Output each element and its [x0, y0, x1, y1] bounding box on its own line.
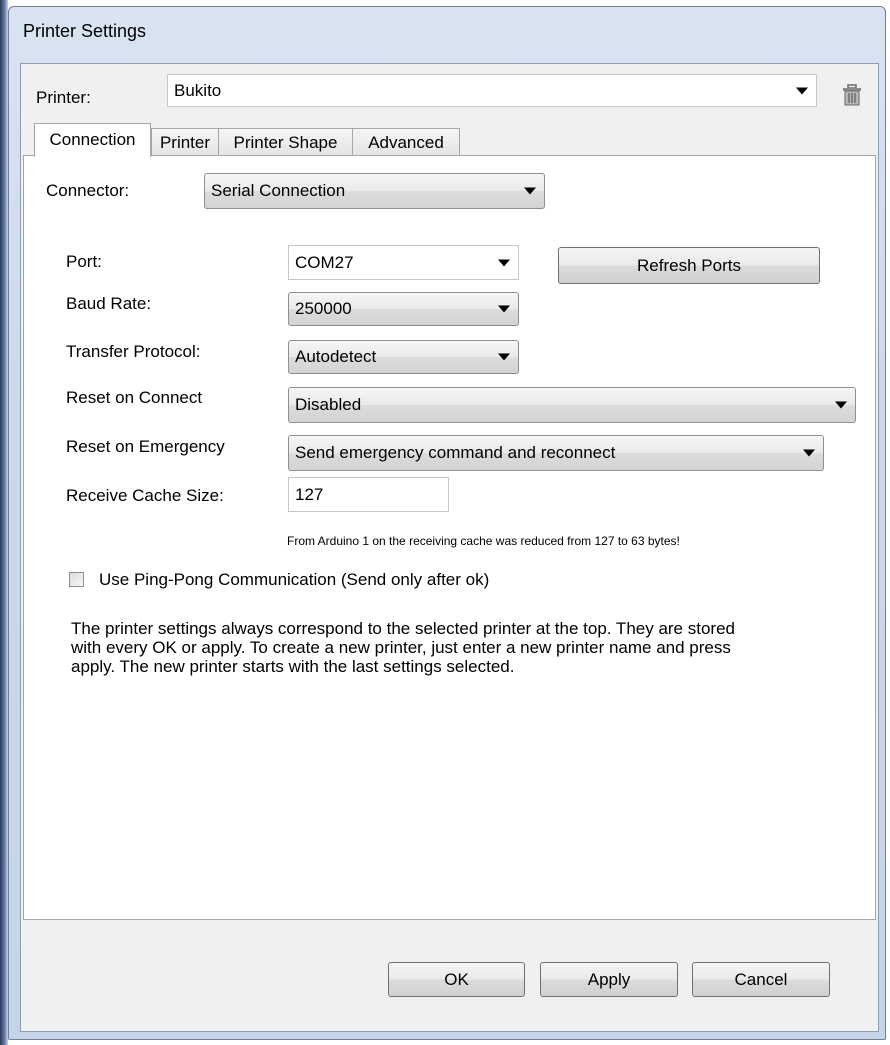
dialog-client-area: Printer: Bukito Connection Printer Print…	[20, 63, 879, 1032]
refresh-ports-label: Refresh Ports	[637, 255, 741, 275]
dialog-title: Printer Settings	[23, 21, 147, 41]
port-select[interactable]: COM27	[288, 245, 519, 280]
tab-advanced-label: Advanced	[368, 133, 444, 152]
reset-on-emergency-select-value: Send emergency command and reconnect	[295, 443, 616, 462]
ping-pong-label: Use Ping-Pong Communication (Send only a…	[99, 570, 490, 589]
apply-button-label: Apply	[587, 969, 631, 989]
baud-rate-select-value: 250000	[295, 299, 352, 318]
chevron-down-icon	[498, 259, 510, 266]
chevron-down-icon	[835, 401, 847, 409]
tab-printer-shape-label: Printer Shape	[233, 133, 338, 152]
tab-printer[interactable]: Printer	[151, 128, 219, 156]
port-select-value: COM27	[295, 252, 354, 272]
reset-on-emergency-select[interactable]: Send emergency command and reconnect	[288, 435, 824, 471]
chevron-down-icon	[498, 353, 510, 361]
cancel-button-label: Cancel	[734, 969, 788, 989]
reset-on-connect-select-value: Disabled	[295, 395, 362, 414]
refresh-ports-button[interactable]: Refresh Ports	[558, 247, 820, 284]
tab-advanced[interactable]: Advanced	[352, 128, 460, 156]
connector-label: Connector:	[46, 181, 130, 200]
background-window-edge	[0, 0, 8, 1045]
receive-cache-size-label: Receive Cache Size:	[66, 486, 224, 505]
reset-on-connect-select[interactable]: Disabled	[288, 387, 856, 423]
receive-cache-size-input[interactable]: 127	[288, 477, 449, 512]
cache-size-note: From Arduino 1 on the receiving cache wa…	[287, 534, 680, 548]
tab-connection[interactable]: Connection	[34, 123, 151, 157]
reset-on-emergency-label: Reset on Emergency	[66, 437, 225, 456]
chevron-down-icon	[803, 449, 815, 457]
printer-select[interactable]: Bukito	[167, 74, 817, 107]
port-label: Port:	[66, 252, 102, 271]
baud-rate-label: Baud Rate:	[66, 294, 152, 313]
cancel-button[interactable]: Cancel	[692, 962, 830, 997]
connector-select-value: Serial Connection	[211, 181, 346, 200]
chevron-down-icon	[796, 87, 808, 94]
receive-cache-size-value: 127	[295, 484, 324, 504]
connector-select[interactable]: Serial Connection	[204, 173, 545, 209]
chevron-down-icon	[498, 305, 510, 313]
chevron-down-icon	[524, 187, 536, 195]
transfer-protocol-select[interactable]: Autodetect	[288, 340, 519, 374]
tab-connection-label: Connection	[49, 130, 136, 149]
connection-tab-panel: Connector: Serial Connection Port: COM27…	[23, 155, 876, 920]
printer-label: Printer:	[36, 88, 91, 107]
tab-printer-shape[interactable]: Printer Shape	[218, 128, 353, 156]
transfer-protocol-label: Transfer Protocol:	[66, 342, 201, 361]
ok-button-label: OK	[444, 969, 469, 989]
printer-settings-info-text: The printer settings always correspond t…	[71, 619, 735, 676]
baud-rate-select[interactable]: 250000	[288, 292, 519, 326]
ok-button[interactable]: OK	[388, 962, 525, 997]
ping-pong-checkbox[interactable]	[69, 572, 84, 587]
reset-on-connect-label: Reset on Connect	[66, 388, 203, 407]
printer-select-value: Bukito	[174, 81, 222, 100]
apply-button[interactable]: Apply	[540, 962, 678, 997]
transfer-protocol-select-value: Autodetect	[295, 347, 377, 366]
tab-printer-label: Printer	[159, 133, 211, 152]
printer-settings-dialog: Printer Settings Printer: Bukito Connect…	[8, 6, 886, 1040]
trash-icon[interactable]	[839, 82, 865, 108]
